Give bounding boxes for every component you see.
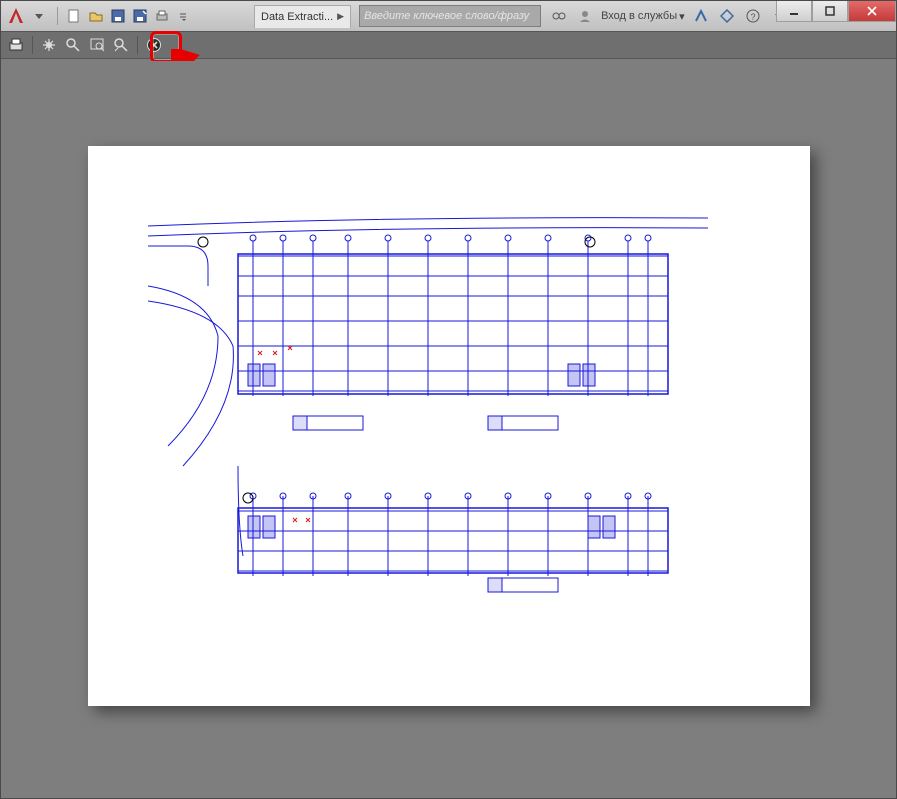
search-input[interactable] — [360, 6, 540, 26]
help-icon[interactable]: ? — [743, 6, 763, 26]
app-menu-dropdown-icon[interactable] — [29, 6, 49, 26]
open-icon[interactable] — [86, 6, 106, 26]
separator — [137, 36, 138, 54]
maximize-button[interactable] — [812, 1, 848, 22]
zoom-previous-button[interactable] — [110, 34, 132, 56]
chevron-down-icon: ▾ — [679, 10, 685, 23]
exchange-apps-icon[interactable] — [691, 6, 711, 26]
close-window-button[interactable] — [848, 1, 896, 22]
chevron-right-icon: ▶ — [337, 11, 344, 22]
search-box[interactable] — [359, 5, 541, 27]
title-bar: Data Extracti... ▶ Вход в службы ▾ ? — [1, 1, 896, 31]
minimize-button[interactable] — [776, 1, 812, 22]
app-icon[interactable] — [717, 6, 737, 26]
sign-in-dropdown[interactable]: Вход в службы ▾ — [601, 10, 685, 23]
new-icon[interactable] — [64, 6, 84, 26]
separator — [57, 7, 58, 25]
drawing-content — [88, 146, 810, 706]
app-menu-button[interactable] — [5, 5, 27, 27]
window-controls — [776, 1, 896, 22]
saveas-icon[interactable] — [130, 6, 150, 26]
qat-more-icon[interactable] — [174, 6, 194, 26]
preview-toolbar — [1, 31, 896, 59]
separator — [32, 36, 33, 54]
sign-in-label: Вход в службы — [601, 10, 677, 22]
plot-preview-sheet — [88, 146, 810, 706]
zoom-button[interactable] — [62, 34, 84, 56]
pan-button[interactable] — [38, 34, 60, 56]
svg-text:?: ? — [750, 12, 755, 22]
zoom-window-button[interactable] — [86, 34, 108, 56]
document-title: Data Extracti... — [261, 11, 333, 23]
print-icon[interactable] — [152, 6, 172, 26]
quick-access-toolbar — [53, 6, 194, 26]
user-icon[interactable] — [575, 6, 595, 26]
close-preview-button[interactable] — [143, 34, 165, 56]
document-title-tab[interactable]: Data Extracti... ▶ — [254, 5, 351, 28]
plot-button[interactable] — [5, 34, 27, 56]
app-window: Data Extracti... ▶ Вход в службы ▾ ? — [0, 0, 897, 799]
infocenter: Вход в службы ▾ ? — [549, 6, 789, 26]
preview-canvas[interactable] — [7, 61, 890, 790]
stayconnected-icon[interactable] — [549, 6, 569, 26]
save-icon[interactable] — [108, 6, 128, 26]
